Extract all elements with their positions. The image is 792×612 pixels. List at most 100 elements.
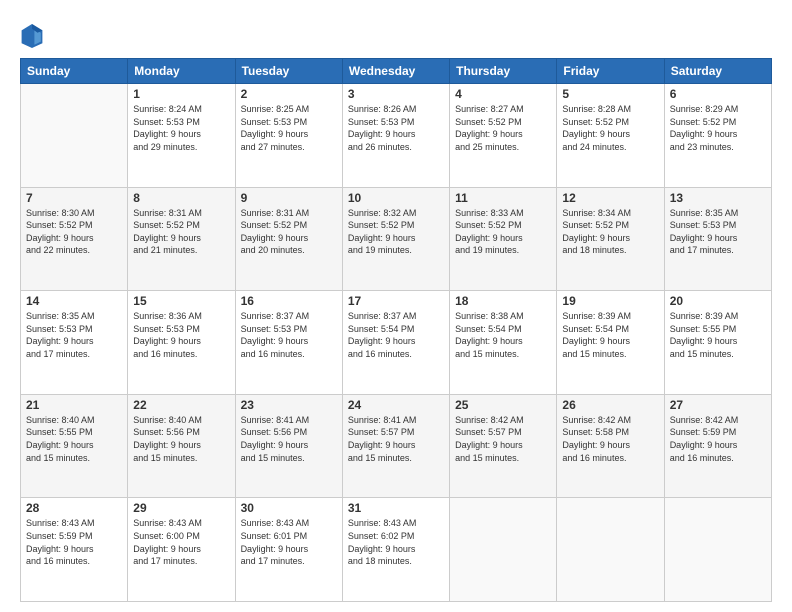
calendar-cell: 27 Sunrise: 8:42 AMSunset: 5:59 PMDayligh… — [664, 394, 771, 498]
day-info: Sunrise: 8:43 AMSunset: 6:00 PMDaylight:… — [133, 517, 229, 567]
calendar-table: SundayMondayTuesdayWednesdayThursdayFrid… — [20, 58, 772, 602]
day-info: Sunrise: 8:43 AMSunset: 6:02 PMDaylight:… — [348, 517, 444, 567]
day-number: 27 — [670, 398, 766, 412]
calendar-header-friday: Friday — [557, 59, 664, 84]
calendar-cell: 1Sunrise: 8:24 AMSunset: 5:53 PMDaylight… — [128, 84, 235, 188]
calendar-cell: 13Sunrise: 8:35 AMSunset: 5:53 PMDayligh… — [664, 187, 771, 291]
day-number: 30 — [241, 501, 337, 515]
day-number: 5 — [562, 87, 658, 101]
calendar-cell: 14 Sunrise: 8:35 AMSunset: 5:53 PMDayligh… — [21, 291, 128, 395]
day-info: Sunrise: 8:35 AMSunset: 5:53 PMDaylight:… — [670, 207, 766, 257]
calendar-header-wednesday: Wednesday — [342, 59, 449, 84]
day-number: 23 — [241, 398, 337, 412]
day-info: Sunrise: 8:43 AMSunset: 6:01 PMDaylight:… — [241, 517, 337, 567]
calendar-week-0: 1Sunrise: 8:24 AMSunset: 5:53 PMDaylight… — [21, 84, 772, 188]
day-number: 6 — [670, 87, 766, 101]
day-info: Sunrise: 8:25 AMSunset: 5:53 PMDaylight:… — [241, 103, 337, 153]
day-number: 17 — [348, 294, 444, 308]
day-number: 9 — [241, 191, 337, 205]
day-info: Sunrise: 8:39 AMSunset: 5:54 PMDaylight:… — [562, 310, 658, 360]
day-number: 24 — [348, 398, 444, 412]
day-info: Sunrise: 8:34 AMSunset: 5:52 PMDaylight:… — [562, 207, 658, 257]
day-number: 16 — [241, 294, 337, 308]
day-number: 29 — [133, 501, 229, 515]
day-number: 15 — [133, 294, 229, 308]
calendar-cell: 19 Sunrise: 8:39 AMSunset: 5:54 PMDayligh… — [557, 291, 664, 395]
day-number: 20 — [670, 294, 766, 308]
day-info: Sunrise: 8:26 AMSunset: 5:53 PMDaylight:… — [348, 103, 444, 153]
day-info: Sunrise: 8:40 AMSunset: 5:55 PMDaylight:… — [26, 414, 122, 464]
day-number: 4 — [455, 87, 551, 101]
calendar-cell: 17 Sunrise: 8:37 AMSunset: 5:54 PMDayligh… — [342, 291, 449, 395]
calendar-cell: 18 Sunrise: 8:38 AMSunset: 5:54 PMDayligh… — [450, 291, 557, 395]
day-info: Sunrise: 8:36 AMSunset: 5:53 PMDaylight:… — [133, 310, 229, 360]
calendar-header-tuesday: Tuesday — [235, 59, 342, 84]
calendar-week-3: 21 Sunrise: 8:40 AMSunset: 5:55 PMDayligh… — [21, 394, 772, 498]
day-info: Sunrise: 8:42 AMSunset: 5:59 PMDaylight:… — [670, 414, 766, 464]
calendar-cell: 6 Sunrise: 8:29 AMSunset: 5:52 PMDaylight… — [664, 84, 771, 188]
logo — [20, 22, 46, 50]
calendar-header-saturday: Saturday — [664, 59, 771, 84]
day-number: 7 — [26, 191, 122, 205]
day-number: 25 — [455, 398, 551, 412]
day-info: Sunrise: 8:41 AMSunset: 5:57 PMDaylight:… — [348, 414, 444, 464]
calendar-cell: 29 Sunrise: 8:43 AMSunset: 6:00 PMDayligh… — [128, 498, 235, 602]
day-info: Sunrise: 8:38 AMSunset: 5:54 PMDaylight:… — [455, 310, 551, 360]
day-number: 11 — [455, 191, 551, 205]
day-info: Sunrise: 8:24 AMSunset: 5:53 PMDaylight:… — [133, 103, 229, 153]
day-number: 28 — [26, 501, 122, 515]
calendar-cell — [21, 84, 128, 188]
day-number: 14 — [26, 294, 122, 308]
day-info: Sunrise: 8:32 AMSunset: 5:52 PMDaylight:… — [348, 207, 444, 257]
day-number: 21 — [26, 398, 122, 412]
day-info: Sunrise: 8:31 AMSunset: 5:52 PMDaylight:… — [133, 207, 229, 257]
day-info: Sunrise: 8:39 AMSunset: 5:55 PMDaylight:… — [670, 310, 766, 360]
day-info: Sunrise: 8:31 AMSunset: 5:52 PMDaylight:… — [241, 207, 337, 257]
day-number: 31 — [348, 501, 444, 515]
day-info: Sunrise: 8:42 AMSunset: 5:57 PMDaylight:… — [455, 414, 551, 464]
calendar-cell: 5Sunrise: 8:28 AMSunset: 5:52 PMDaylight… — [557, 84, 664, 188]
logo-icon — [20, 22, 44, 50]
calendar-week-2: 14 Sunrise: 8:35 AMSunset: 5:53 PMDayligh… — [21, 291, 772, 395]
day-info: Sunrise: 8:43 AMSunset: 5:59 PMDaylight:… — [26, 517, 122, 567]
calendar-cell: 15 Sunrise: 8:36 AMSunset: 5:53 PMDayligh… — [128, 291, 235, 395]
day-info: Sunrise: 8:33 AMSunset: 5:52 PMDaylight:… — [455, 207, 551, 257]
day-info: Sunrise: 8:37 AMSunset: 5:53 PMDaylight:… — [241, 310, 337, 360]
calendar-cell: 21 Sunrise: 8:40 AMSunset: 5:55 PMDayligh… — [21, 394, 128, 498]
calendar-header-thursday: Thursday — [450, 59, 557, 84]
day-info: Sunrise: 8:35 AMSunset: 5:53 PMDaylight:… — [26, 310, 122, 360]
day-info: Sunrise: 8:40 AMSunset: 5:56 PMDaylight:… — [133, 414, 229, 464]
calendar-cell: 4 Sunrise: 8:27 AMSunset: 5:52 PMDaylight… — [450, 84, 557, 188]
calendar-cell: 24 Sunrise: 8:41 AMSunset: 5:57 PMDayligh… — [342, 394, 449, 498]
calendar-cell: 22 Sunrise: 8:40 AMSunset: 5:56 PMDayligh… — [128, 394, 235, 498]
calendar-cell: 7 Sunrise: 8:30 AMSunset: 5:52 PMDaylight… — [21, 187, 128, 291]
day-info: Sunrise: 8:30 AMSunset: 5:52 PMDaylight:… — [26, 207, 122, 257]
calendar-cell: 12 Sunrise: 8:34 AMSunset: 5:52 PMDayligh… — [557, 187, 664, 291]
calendar-cell — [664, 498, 771, 602]
calendar-week-1: 7 Sunrise: 8:30 AMSunset: 5:52 PMDaylight… — [21, 187, 772, 291]
calendar-cell: 25 Sunrise: 8:42 AMSunset: 5:57 PMDayligh… — [450, 394, 557, 498]
calendar-header-sunday: Sunday — [21, 59, 128, 84]
day-number: 2 — [241, 87, 337, 101]
calendar-cell: 9 Sunrise: 8:31 AMSunset: 5:52 PMDaylight… — [235, 187, 342, 291]
calendar-cell: 31 Sunrise: 8:43 AMSunset: 6:02 PMDayligh… — [342, 498, 449, 602]
calendar-week-4: 28 Sunrise: 8:43 AMSunset: 5:59 PMDayligh… — [21, 498, 772, 602]
day-number: 22 — [133, 398, 229, 412]
calendar-cell: 28 Sunrise: 8:43 AMSunset: 5:59 PMDayligh… — [21, 498, 128, 602]
day-number: 18 — [455, 294, 551, 308]
calendar-cell: 8 Sunrise: 8:31 AMSunset: 5:52 PMDaylight… — [128, 187, 235, 291]
day-info: Sunrise: 8:27 AMSunset: 5:52 PMDaylight:… — [455, 103, 551, 153]
day-info: Sunrise: 8:42 AMSunset: 5:58 PMDaylight:… — [562, 414, 658, 464]
day-info: Sunrise: 8:41 AMSunset: 5:56 PMDaylight:… — [241, 414, 337, 464]
calendar-cell: 30 Sunrise: 8:43 AMSunset: 6:01 PMDayligh… — [235, 498, 342, 602]
calendar-header-row: SundayMondayTuesdayWednesdayThursdayFrid… — [21, 59, 772, 84]
day-number: 8 — [133, 191, 229, 205]
day-number: 12 — [562, 191, 658, 205]
header — [20, 18, 772, 50]
calendar-cell: 23 Sunrise: 8:41 AMSunset: 5:56 PMDayligh… — [235, 394, 342, 498]
day-info: Sunrise: 8:29 AMSunset: 5:52 PMDaylight:… — [670, 103, 766, 153]
calendar-cell: 2 Sunrise: 8:25 AMSunset: 5:53 PMDaylight… — [235, 84, 342, 188]
day-number: 19 — [562, 294, 658, 308]
day-info: Sunrise: 8:37 AMSunset: 5:54 PMDaylight:… — [348, 310, 444, 360]
calendar-cell: 20 Sunrise: 8:39 AMSunset: 5:55 PMDayligh… — [664, 291, 771, 395]
